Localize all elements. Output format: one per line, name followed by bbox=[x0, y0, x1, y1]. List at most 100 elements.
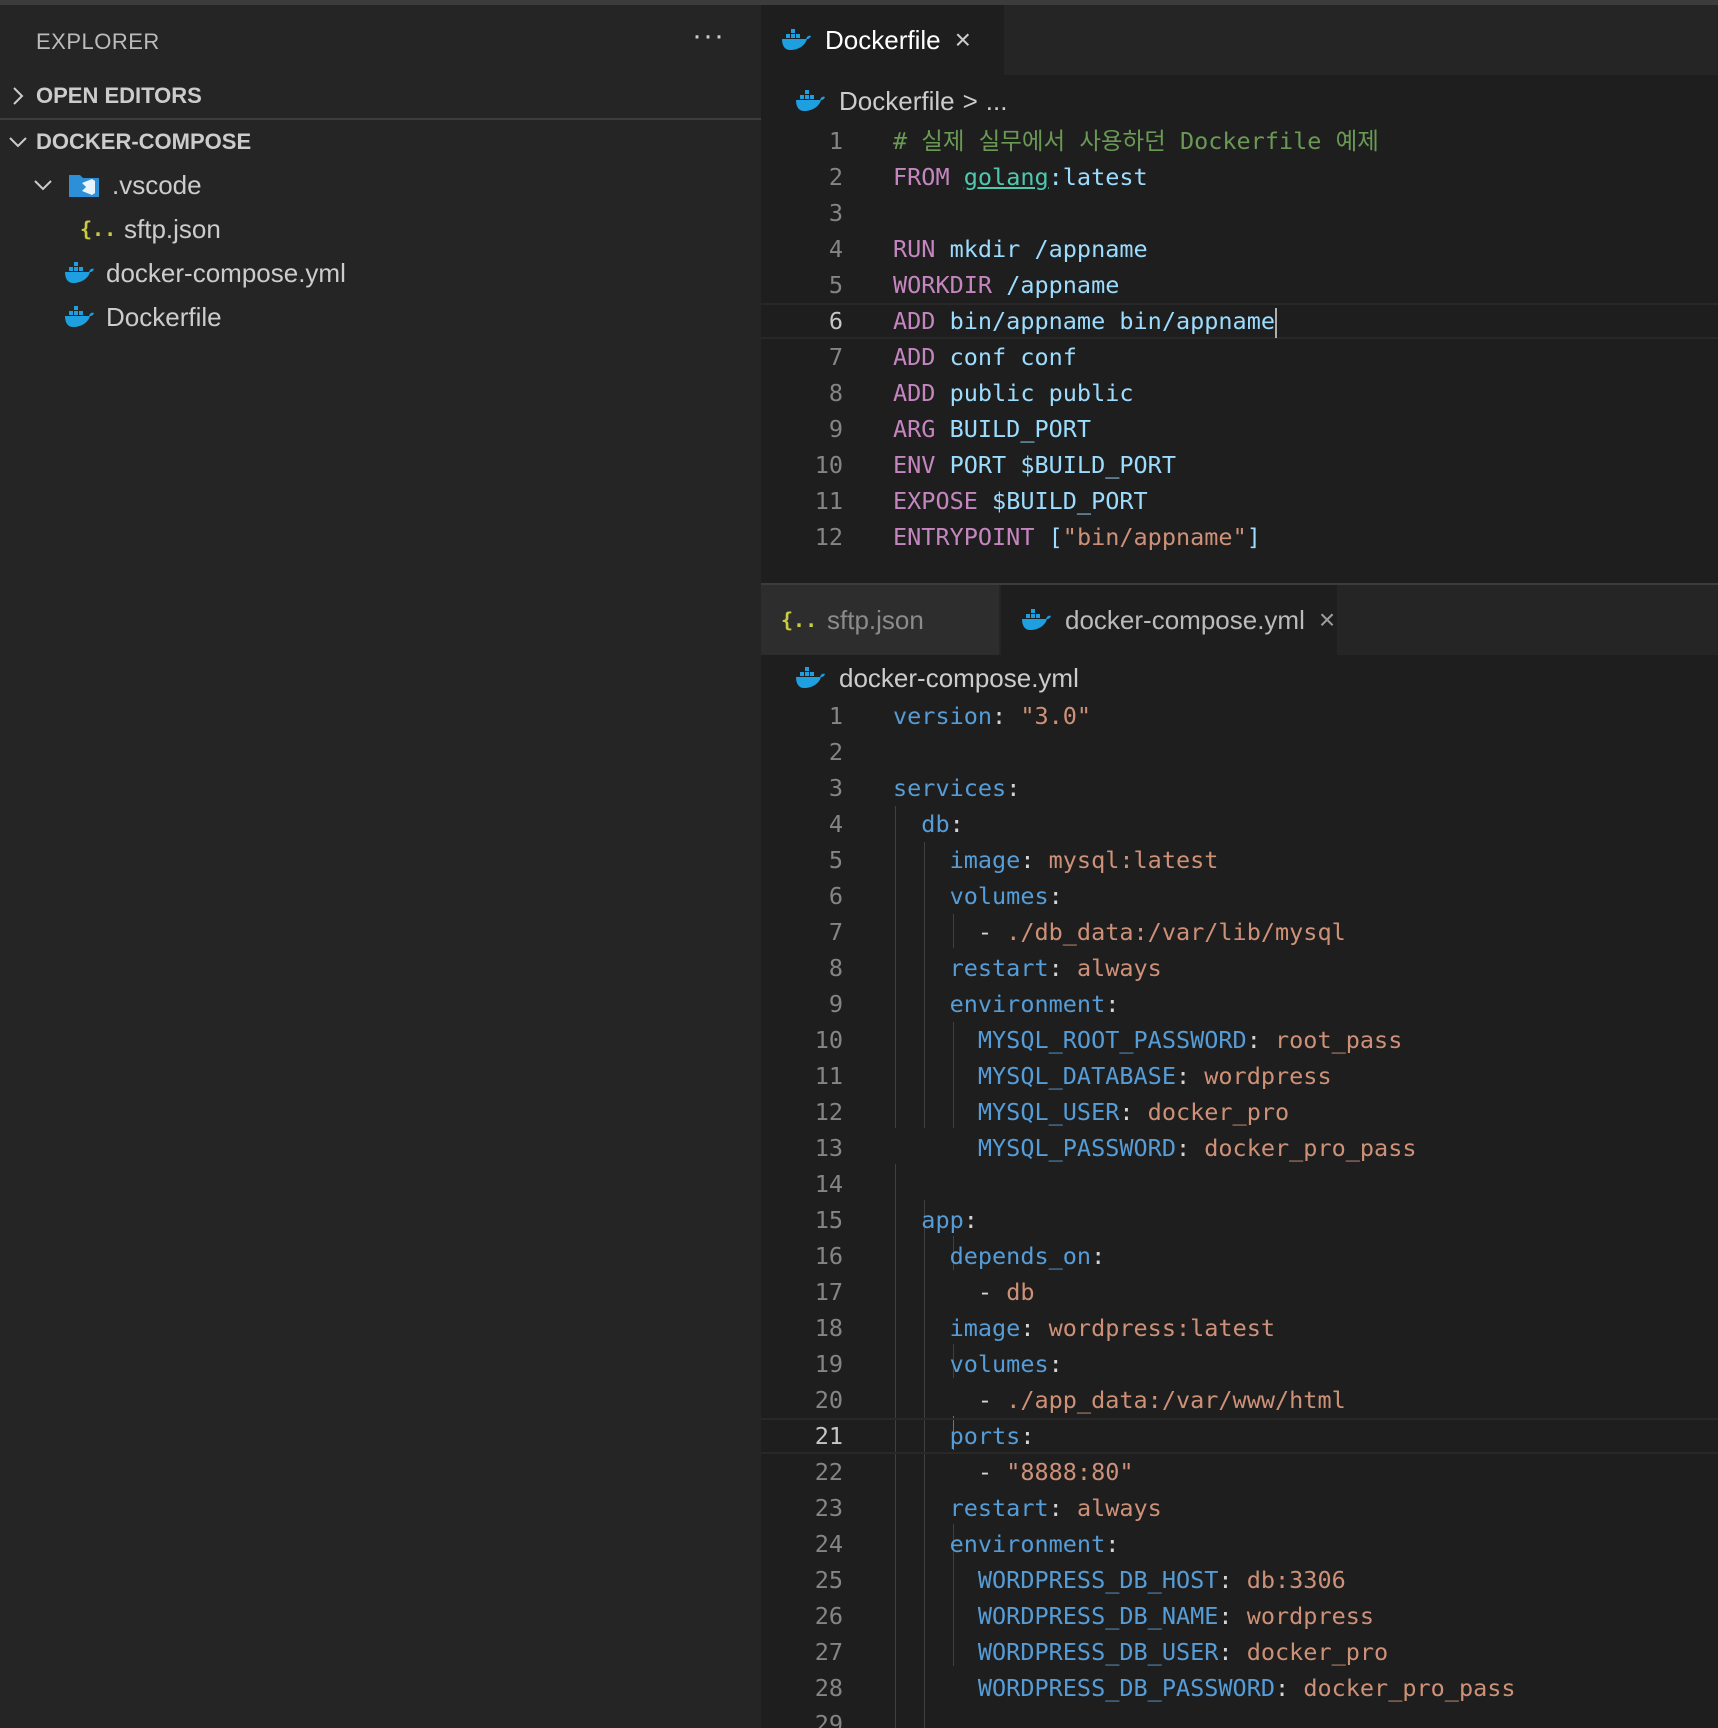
code-line[interactable]: 13 MYSQL_PASSWORD: docker_pro_pass bbox=[761, 1130, 1718, 1166]
code-line[interactable]: 3 services: bbox=[761, 770, 1718, 806]
tree-item-dockerfile[interactable]: Dockerfile bbox=[0, 295, 761, 339]
code-token: wordpress:latest bbox=[1048, 1314, 1276, 1342]
code-token: db bbox=[1006, 1278, 1035, 1306]
code-line[interactable]: 28 WORDPRESS_DB_PASSWORD: docker_pro_pas… bbox=[761, 1670, 1718, 1706]
code-token: image bbox=[949, 1314, 1021, 1342]
code-token: WORDPRESS_DB_USER bbox=[977, 1638, 1219, 1666]
code-line[interactable]: 6 volumes: bbox=[761, 878, 1718, 914]
code-line[interactable]: 1 version: "3.0" bbox=[761, 698, 1718, 734]
open-editors-section[interactable]: OPEN EDITORS bbox=[0, 74, 761, 118]
line-number: 1 bbox=[828, 702, 843, 730]
chevron-down-icon bbox=[0, 135, 36, 149]
line-content: image: wordpress:latest bbox=[893, 1310, 1275, 1346]
explorer-title: EXPLORER bbox=[36, 29, 160, 54]
code-line[interactable]: 17 - db bbox=[761, 1274, 1718, 1310]
more-actions-button[interactable]: ··· bbox=[692, 19, 725, 53]
code-line[interactable]: 12 ENTRYPOINT ["bin/appname"] bbox=[761, 519, 1718, 555]
line-content: ADD conf conf bbox=[893, 339, 1077, 375]
breadcrumb-file[interactable]: Dockerfile bbox=[839, 86, 955, 117]
code-line[interactable]: 1 # 실제 실무에서 사용하던 Dockerfile 예제 bbox=[761, 123, 1718, 159]
json-braces-icon: {..} bbox=[781, 607, 813, 633]
code-line[interactable]: 20 - ./app_data:/var/www/html bbox=[761, 1382, 1718, 1418]
svg-text:{..}: {..} bbox=[781, 608, 813, 632]
code-line[interactable]: 5 image: mysql:latest bbox=[761, 842, 1718, 878]
line-number: 24 bbox=[814, 1530, 843, 1558]
code-token: db:3306 bbox=[1246, 1566, 1346, 1594]
line-content: version: "3.0" bbox=[893, 698, 1091, 734]
code-token: conf conf bbox=[949, 343, 1077, 371]
code-line[interactable]: 6 ADD bin/appname bin/appname bbox=[761, 303, 1718, 339]
line-number: 14 bbox=[814, 1170, 843, 1198]
code-line[interactable]: 8 restart: always bbox=[761, 950, 1718, 986]
code-token: MYSQL_PASSWORD bbox=[977, 1134, 1176, 1162]
code-line[interactable]: 27 WORDPRESS_DB_USER: docker_pro bbox=[761, 1634, 1718, 1670]
code-line[interactable]: 7 ADD conf conf bbox=[761, 339, 1718, 375]
code-line[interactable]: 18 image: wordpress:latest bbox=[761, 1310, 1718, 1346]
breadcrumb-symbol[interactable]: ... bbox=[986, 86, 1008, 117]
code-token: ADD bbox=[893, 307, 950, 335]
code-line[interactable]: 22 - "8888:80" bbox=[761, 1454, 1718, 1490]
code-line[interactable]: 8 ADD public public bbox=[761, 375, 1718, 411]
code-token: root_pass bbox=[1275, 1026, 1403, 1054]
code-line[interactable]: 21 ports: bbox=[761, 1418, 1718, 1454]
code-line[interactable]: 9 ARG BUILD_PORT bbox=[761, 411, 1718, 447]
code-line[interactable]: 24 environment: bbox=[761, 1526, 1718, 1562]
line-content: MYSQL_DATABASE: wordpress bbox=[893, 1058, 1332, 1094]
code-line[interactable]: 3 bbox=[761, 195, 1718, 231]
line-number: 4 bbox=[828, 235, 843, 263]
code-token: WORKDIR bbox=[893, 271, 1007, 299]
tree-item-vscode-folder[interactable]: .vscode bbox=[0, 163, 761, 207]
close-icon[interactable]: × bbox=[955, 24, 971, 56]
code-line[interactable]: 4 db: bbox=[761, 806, 1718, 842]
close-icon[interactable]: × bbox=[1319, 604, 1335, 636]
tree-item-docker-compose[interactable]: docker-compose.yml bbox=[0, 251, 761, 295]
workspace-section[interactable]: DOCKER-COMPOSE bbox=[0, 120, 761, 164]
code-line[interactable]: 10 ENV PORT $BUILD_PORT bbox=[761, 447, 1718, 483]
line-content: ADD bin/appname bin/appname bbox=[893, 305, 1278, 338]
code-line[interactable]: 2 bbox=[761, 734, 1718, 770]
code-token: mkdir /appname bbox=[949, 235, 1148, 263]
code-token: ENV bbox=[893, 451, 950, 479]
code-line[interactable]: 4 RUN mkdir /appname bbox=[761, 231, 1718, 267]
tab-sftp-json[interactable]: {..} sftp.json bbox=[761, 585, 999, 655]
code-line[interactable]: 25 WORDPRESS_DB_HOST: db:3306 bbox=[761, 1562, 1718, 1598]
code-line[interactable]: 15 app: bbox=[761, 1202, 1718, 1238]
breadcrumb: docker-compose.yml bbox=[795, 658, 1079, 698]
code-line[interactable]: 2 FROM golang:latest bbox=[761, 159, 1718, 195]
code-line[interactable]: 9 environment: bbox=[761, 986, 1718, 1022]
tab-docker-compose[interactable]: docker-compose.yml × bbox=[1001, 585, 1337, 655]
code-token: docker_pro bbox=[1147, 1098, 1290, 1126]
line-number: 11 bbox=[814, 1062, 843, 1090]
code-token: : bbox=[1246, 1026, 1276, 1054]
code-line[interactable]: 7 - ./db_data:/var/lib/mysql bbox=[761, 914, 1718, 950]
code-line[interactable]: 14 bbox=[761, 1166, 1718, 1202]
code-line[interactable]: 23 restart: always bbox=[761, 1490, 1718, 1526]
line-number: 3 bbox=[828, 199, 843, 227]
line-content: - ./app_data:/var/www/html bbox=[893, 1382, 1346, 1418]
code-line[interactable]: 16 depends_on: bbox=[761, 1238, 1718, 1274]
tree-item-sftp-json[interactable]: {..} sftp.json bbox=[0, 207, 761, 251]
tab-dockerfile[interactable]: Dockerfile × bbox=[761, 5, 1004, 75]
json-braces-icon: {..} bbox=[80, 216, 112, 242]
code-line[interactable]: 19 volumes: bbox=[761, 1346, 1718, 1382]
code-line[interactable]: 29 bbox=[761, 1706, 1718, 1728]
breadcrumb-file[interactable]: docker-compose.yml bbox=[839, 663, 1079, 694]
code-line[interactable]: 11 EXPOSE $BUILD_PORT bbox=[761, 483, 1718, 519]
line-number: 4 bbox=[828, 810, 843, 838]
code-line[interactable]: 26 WORDPRESS_DB_NAME: wordpress bbox=[761, 1598, 1718, 1634]
code-line[interactable]: 10 MYSQL_ROOT_PASSWORD: root_pass bbox=[761, 1022, 1718, 1058]
line-number: 19 bbox=[814, 1350, 843, 1378]
tree-item-label: .vscode bbox=[112, 169, 202, 200]
code-line[interactable]: 5 WORKDIR /appname bbox=[761, 267, 1718, 303]
line-content: MYSQL_ROOT_PASSWORD: root_pass bbox=[893, 1022, 1402, 1058]
code-line[interactable]: 11 MYSQL_DATABASE: wordpress bbox=[761, 1058, 1718, 1094]
code-token: mysql:latest bbox=[1048, 846, 1219, 874]
tab-label: sftp.json bbox=[827, 604, 924, 635]
code-line[interactable]: 12 MYSQL_USER: docker_pro bbox=[761, 1094, 1718, 1130]
